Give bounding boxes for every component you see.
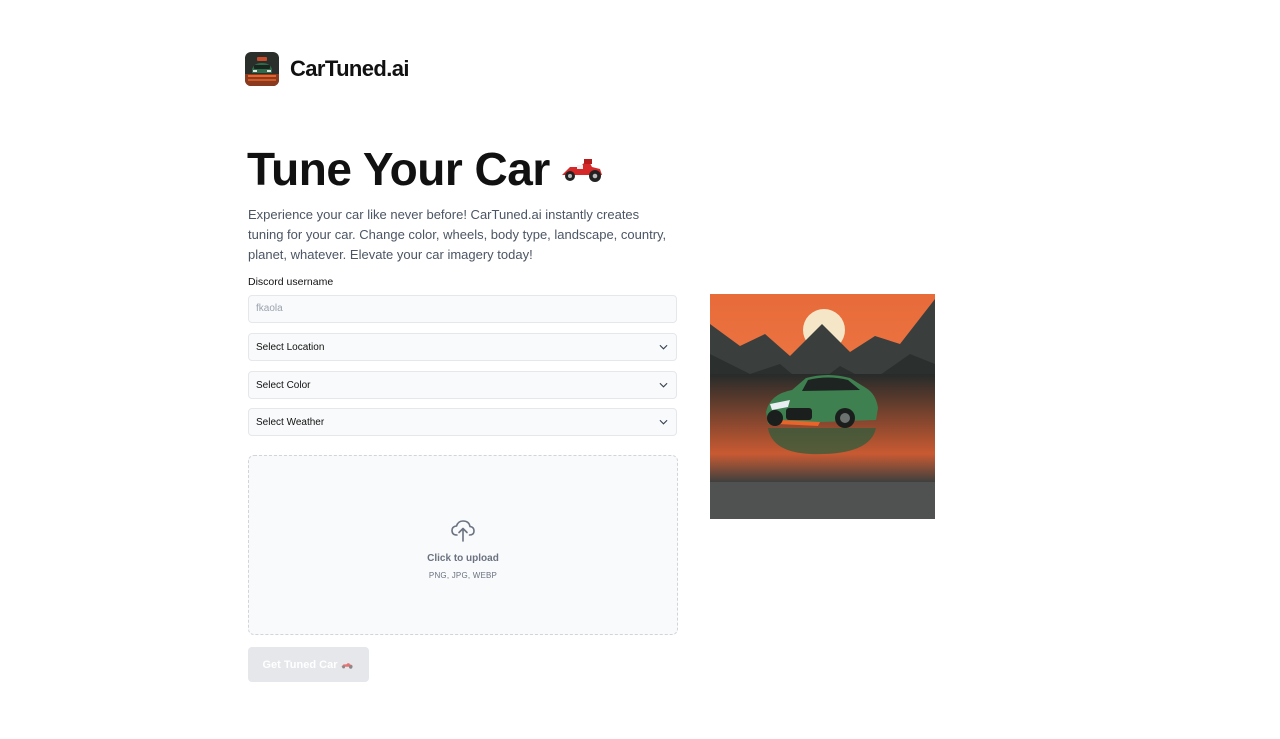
weather-select[interactable]: Select Weather [248, 408, 677, 436]
chevron-down-icon [659, 382, 668, 388]
color-select-label: Select Color [256, 379, 311, 391]
location-select[interactable]: Select Location [248, 333, 677, 361]
chevron-down-icon [659, 344, 668, 350]
get-tuned-car-label: Get Tuned Car [262, 658, 338, 671]
tuned-car-preview-image [710, 294, 935, 519]
brand-header: CarTuned.ai [245, 52, 410, 86]
color-select[interactable]: Select Color [248, 371, 677, 399]
race-car-icon [561, 159, 602, 182]
race-car-icon [341, 662, 354, 669]
page-title-text: Tune Your Car [247, 143, 550, 195]
upload-dropzone[interactable]: Click to upload PNG, JPG, WEBP [248, 455, 678, 635]
location-select-label: Select Location [256, 341, 325, 353]
chevron-down-icon [659, 419, 668, 425]
page-title: Tune Your Car [247, 143, 604, 195]
upload-formats: PNG, JPG, WEBP [428, 570, 498, 580]
weather-select-label: Select Weather [256, 416, 325, 428]
brand-name: CarTuned.ai [290, 56, 410, 81]
get-tuned-car-button[interactable]: Get Tuned Car [248, 647, 369, 682]
discord-username-placeholder: fkaola [256, 303, 283, 314]
discord-username-input[interactable]: fkaola [248, 295, 677, 323]
hero-description: Experience your car like never before! C… [248, 207, 667, 262]
discord-username-label: Discord username [248, 276, 334, 288]
cloud-upload-icon [451, 519, 475, 542]
upload-title: Click to upload [427, 552, 499, 564]
cartuned-logo-icon [245, 52, 279, 86]
